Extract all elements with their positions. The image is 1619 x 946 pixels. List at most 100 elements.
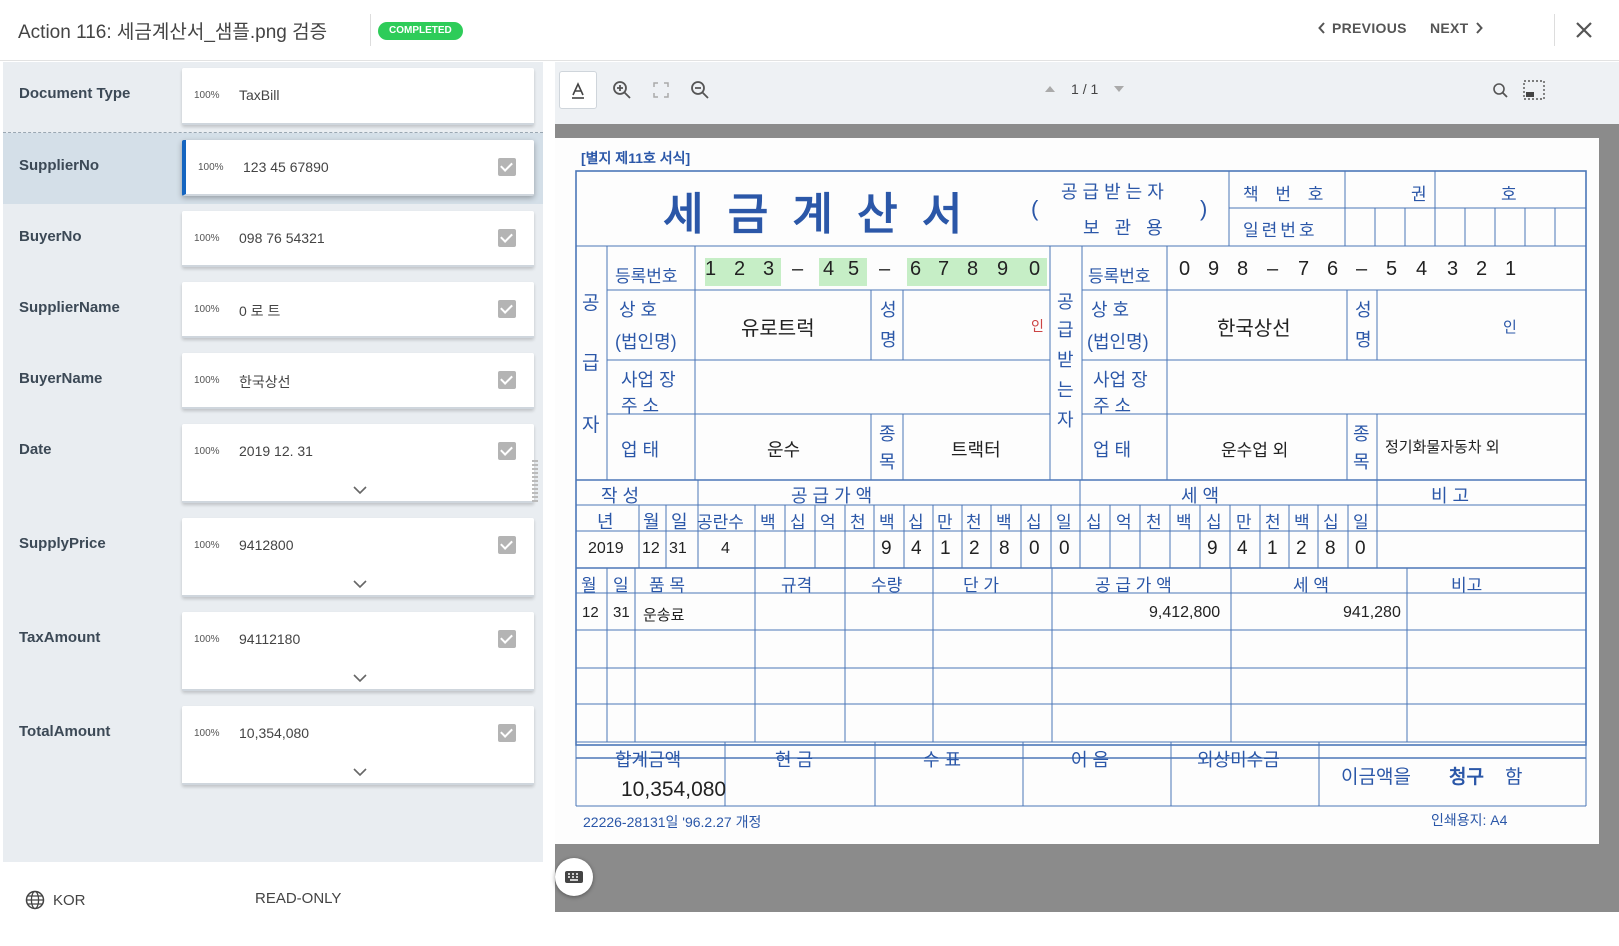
language-selector[interactable]: KOR [25, 890, 86, 910]
confidence-value: 100% [194, 634, 220, 645]
unit-label: 억 [820, 513, 836, 532]
checkbox-checked[interactable] [498, 229, 516, 247]
field-box[interactable]: 100% 0 로 트 [182, 282, 534, 338]
address-label: 주 소 [1093, 396, 1132, 416]
address-label: 주 소 [621, 396, 660, 416]
previous-label: PREVIOUS [1332, 20, 1407, 36]
confidence-value: 100% [194, 728, 220, 739]
zoom-out-icon [691, 81, 709, 99]
field-row-tax-amount: TaxAmount 100% 94112180 [3, 605, 543, 699]
confidence-value: 100% [194, 233, 220, 244]
company-label: (법인명) [1087, 332, 1149, 352]
field-row-buyer-no: BuyerNo 100% 098 76 54321 [3, 204, 543, 275]
amount-digit: 1 [940, 538, 951, 559]
supplier-side-label: 공 [582, 293, 600, 314]
confidence-value: 100% [198, 162, 224, 173]
item-header: 일 [613, 576, 629, 595]
next-button[interactable]: NEXT [1430, 20, 1483, 36]
checkbox-checked[interactable] [498, 630, 516, 648]
confidence-value: 100% [194, 90, 220, 101]
item-header: 공 급 가 액 [1095, 576, 1172, 595]
field-box[interactable]: 100% 10,354,080 [182, 706, 534, 785]
field-value: 123 45 67890 [243, 159, 329, 175]
form-code: [별지 제11호 서식] [581, 150, 691, 166]
buyer-side-label: 받 [1057, 350, 1074, 370]
field-box[interactable]: 100% 한국상선 [182, 353, 534, 409]
page-down-icon[interactable] [1114, 86, 1125, 92]
checkbox-checked[interactable] [498, 300, 516, 318]
buyer-seal: 인 [1503, 319, 1517, 336]
reg-digit: – [879, 258, 891, 280]
region-select-icon [1523, 80, 1545, 100]
buyer-side-label: 공 [1057, 292, 1074, 312]
field-label: TotalAmount [19, 723, 111, 740]
header-bar: Action 116: 세금계산서_샘플.png 검증 COMPLETED PR… [0, 0, 1619, 61]
field-box[interactable]: 100% 098 76 54321 [182, 211, 534, 267]
previous-button[interactable]: PREVIOUS [1318, 20, 1407, 36]
item-header: 비고 [1451, 576, 1483, 595]
checkbox-checked[interactable] [498, 371, 516, 389]
field-box[interactable]: 100% 94112180 [182, 612, 534, 691]
reg-digit: 2 [1476, 258, 1488, 280]
fit-page-button[interactable] [642, 71, 680, 109]
reg-digit: 0 [1029, 258, 1041, 280]
chevron-down-icon[interactable] [352, 579, 368, 589]
search-button[interactable] [1481, 71, 1519, 109]
credit-label: 외상미수금 [1197, 750, 1280, 770]
panel-resize-handle[interactable] [532, 460, 538, 504]
ho-label: 호 [1501, 185, 1517, 204]
checkbox-checked[interactable] [498, 536, 516, 554]
item-header: 수량 [871, 576, 903, 595]
document-image: [별지 제11호 서식] 세 금 계 산 서 ( ) 공급받는자 보 관 용 책… [555, 138, 1599, 844]
reg-digit: 4 [823, 258, 835, 280]
field-value: 2019 12. 31 [239, 443, 313, 459]
reg-digit: 9 [1208, 258, 1220, 280]
blank-count-label: 공란수 [697, 513, 744, 532]
paper-size: 인쇄용지: A4 [1431, 812, 1508, 828]
amount-digit: 4 [1237, 538, 1248, 559]
name-label: 성 [1355, 300, 1372, 320]
checkbox-checked[interactable] [498, 724, 516, 742]
field-value: 10,354,080 [239, 725, 310, 741]
unit-label: 천 [850, 513, 866, 532]
supplier-business-type: 운수 [767, 440, 801, 460]
checkbox-checked[interactable] [498, 158, 516, 176]
keyboard-button[interactable] [555, 858, 593, 896]
field-value: 0 로 트 [239, 303, 281, 319]
confidence-value: 100% [194, 304, 220, 315]
fit-page-icon [653, 82, 669, 98]
field-box[interactable]: 100% 2019 12. 31 [182, 424, 534, 503]
chevron-down-icon[interactable] [352, 767, 368, 777]
field-box[interactable]: 100% 9412800 [182, 518, 534, 597]
field-label: SupplierNo [19, 157, 100, 174]
zoom-in-button[interactable] [603, 71, 641, 109]
checkbox-checked[interactable] [498, 442, 516, 460]
close-button[interactable] [1570, 16, 1598, 44]
chevron-down-icon[interactable] [352, 485, 368, 495]
name-label: 명 [1355, 330, 1372, 350]
amount-digit: 4 [911, 538, 922, 559]
region-select-button[interactable] [1515, 71, 1553, 109]
field-box[interactable]: 100% TaxBill [182, 68, 534, 125]
text-select-button[interactable] [559, 71, 597, 109]
page-up-icon[interactable] [1045, 86, 1055, 92]
field-box[interactable]: 100% 123 45 67890 [182, 140, 534, 196]
amount-digit: 0 [1355, 538, 1366, 559]
text-select-icon [572, 82, 584, 99]
month-col-label: 월 [643, 512, 660, 532]
field-list-panel: Document Type 100% TaxBill SupplierNo 10… [3, 62, 543, 862]
item-header: 규격 [781, 576, 813, 595]
reg-digit: 9 [997, 258, 1009, 280]
page-indicator: 1 / 1 [1071, 81, 1099, 97]
invoice-month: 12 [642, 540, 660, 557]
amount-digit: 9 [881, 538, 892, 559]
document-viewer: 1 / 1 [별지 제11호 서식] 세 금 계 산 서 () 공급받는자 보… [555, 62, 1619, 946]
claim-text: 함 [1505, 767, 1523, 788]
tax-label: 세 액 [1181, 486, 1220, 506]
unit-label: 천 [966, 513, 982, 532]
unit-label: 만 [937, 513, 953, 532]
chevron-down-icon[interactable] [352, 673, 368, 683]
zoom-out-button[interactable] [681, 71, 719, 109]
reg-digit: 4 [1416, 258, 1428, 280]
reg-digit: 2 [734, 258, 746, 280]
